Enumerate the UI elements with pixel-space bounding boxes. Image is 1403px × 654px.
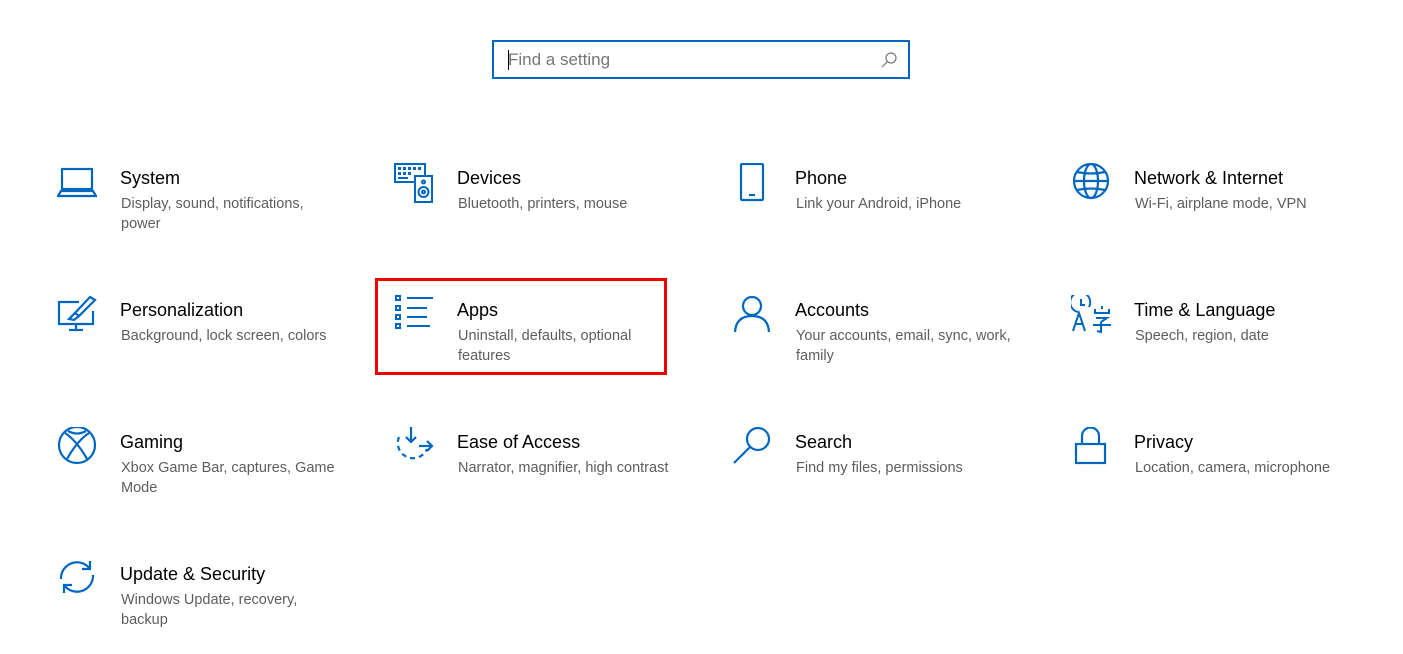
phone-icon [732, 163, 772, 203]
category-devices[interactable]: Devices Bluetooth, printers, mouse [394, 163, 654, 243]
category-phone[interactable]: Phone Link your Android, iPhone [732, 163, 992, 243]
category-title: Accounts [795, 300, 870, 320]
xbox-icon [57, 427, 97, 467]
category-title: Time & Language [1134, 300, 1276, 320]
category-accounts[interactable]: Accounts Your accounts, email, sync, wor… [732, 295, 1011, 375]
laptop-icon [57, 163, 97, 203]
search-input[interactable] [508, 42, 868, 77]
language-clock-icon [1071, 295, 1111, 335]
category-time-language[interactable]: Time & Language Speech, region, date [1071, 295, 1331, 375]
category-title: System [120, 168, 181, 188]
ease-of-access-icon [394, 427, 434, 467]
category-ease-of-access[interactable]: Ease of Access Narrator, magnifier, high… [394, 427, 668, 507]
lock-icon [1071, 427, 1111, 467]
search-box[interactable] [492, 40, 910, 79]
category-description: Wi-Fi, airplane mode, VPN [1135, 196, 1307, 212]
category-privacy[interactable]: Privacy Location, camera, microphone [1071, 427, 1331, 507]
person-icon [732, 295, 772, 335]
text-caret [508, 50, 509, 70]
category-personalization[interactable]: Personalization Background, lock screen,… [57, 295, 327, 375]
category-description: Find my files, permissions [796, 460, 963, 476]
category-description: Xbox Game Bar, captures, Game Mode [121, 460, 335, 496]
category-title: Personalization [120, 300, 244, 320]
search-icon[interactable] [880, 51, 898, 69]
category-network-internet[interactable]: Network & Internet Wi-Fi, airplane mode,… [1071, 163, 1331, 243]
app-list-icon [394, 295, 434, 335]
category-title: Network & Internet [1134, 168, 1284, 188]
category-description: Speech, region, date [1135, 328, 1269, 344]
category-description: Narrator, magnifier, high contrast [458, 460, 669, 476]
category-title: Apps [457, 300, 499, 320]
category-title: Privacy [1134, 432, 1194, 452]
category-apps[interactable]: Apps Uninstall, defaults, optional featu… [394, 295, 654, 375]
category-description: Bluetooth, printers, mouse [458, 196, 628, 212]
keyboard-speaker-icon [394, 163, 434, 203]
sync-arrows-icon [57, 559, 97, 599]
category-title: Search [795, 432, 853, 452]
category-title: Phone [795, 168, 848, 188]
category-search[interactable]: Search Find my files, permissions [732, 427, 992, 507]
category-description: Background, lock screen, colors [121, 328, 327, 344]
category-description: Uninstall, defaults, optional features [458, 328, 632, 364]
paintbrush-monitor-icon [57, 295, 97, 335]
category-title: Ease of Access [457, 432, 581, 452]
category-description: Your accounts, email, sync, work, family [796, 328, 1011, 364]
category-description: Link your Android, iPhone [796, 196, 962, 212]
category-description: Display, sound, notifications, power [121, 196, 304, 232]
magnifier-icon [732, 427, 772, 467]
category-description: Location, camera, microphone [1135, 460, 1331, 476]
category-title: Devices [457, 168, 522, 188]
category-gaming[interactable]: Gaming Xbox Game Bar, captures, Game Mod… [57, 427, 335, 507]
globe-icon [1071, 163, 1111, 203]
category-description: Windows Update, recovery, backup [121, 592, 298, 628]
category-title: Update & Security [120, 564, 266, 584]
category-system[interactable]: System Display, sound, notifications, po… [57, 163, 317, 243]
category-title: Gaming [120, 432, 184, 452]
category-update-security[interactable]: Update & Security Windows Update, recove… [57, 559, 317, 639]
